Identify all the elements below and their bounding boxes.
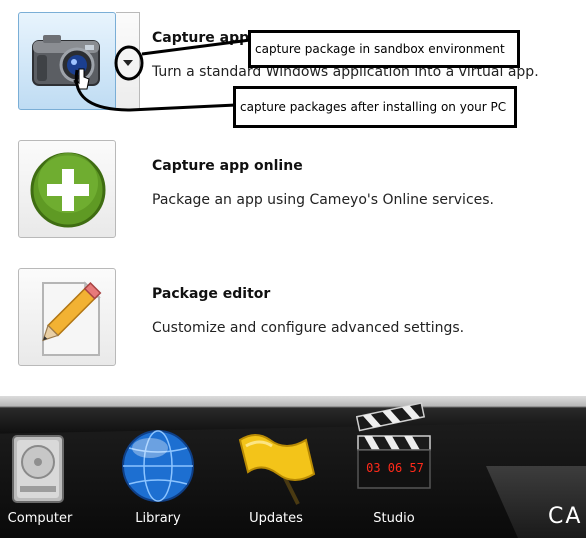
globe-icon bbox=[122, 430, 194, 502]
capture-app-online-button[interactable] bbox=[18, 140, 116, 238]
dock-label-updates: Updates bbox=[249, 511, 303, 526]
dock-item-studio[interactable]: 03 06 57 bbox=[356, 402, 432, 494]
brand-logo-text: CA bbox=[548, 504, 583, 529]
dock-label-library: Library bbox=[135, 511, 181, 526]
plus-circle-icon bbox=[30, 152, 106, 228]
dock-bar: Computer Library Updates 03 06 57 Studio… bbox=[0, 396, 586, 538]
dock-label-computer: Computer bbox=[7, 511, 73, 526]
camera-icon bbox=[32, 35, 100, 90]
hard-drive-icon bbox=[12, 435, 64, 503]
option-desc-package-editor: Customize and configure advanced setting… bbox=[152, 320, 465, 336]
dock-label-studio: Studio bbox=[373, 511, 415, 526]
option-title-package-editor: Package editor bbox=[152, 286, 271, 302]
dock-item-updates[interactable] bbox=[236, 430, 320, 510]
capture-app-locally-button[interactable] bbox=[18, 12, 116, 110]
capture-mode-dropdown-button[interactable] bbox=[116, 12, 140, 110]
option-desc-capture-online: Package an app using Cameyo's Online ser… bbox=[152, 192, 495, 208]
dock-item-library[interactable] bbox=[120, 426, 196, 506]
pencil-document-icon bbox=[42, 281, 102, 356]
callout-installed: capture packages after installing on you… bbox=[233, 86, 517, 128]
package-editor-button[interactable] bbox=[18, 268, 116, 366]
studio-timer-display: 03 06 57 bbox=[366, 461, 424, 475]
clapperboard-icon bbox=[356, 402, 431, 489]
chevron-down-icon bbox=[123, 60, 133, 66]
flag-icon bbox=[238, 434, 316, 505]
callout-sandbox: capture package in sandbox environment bbox=[248, 30, 520, 68]
option-title-capture-online: Capture app online bbox=[152, 158, 303, 174]
